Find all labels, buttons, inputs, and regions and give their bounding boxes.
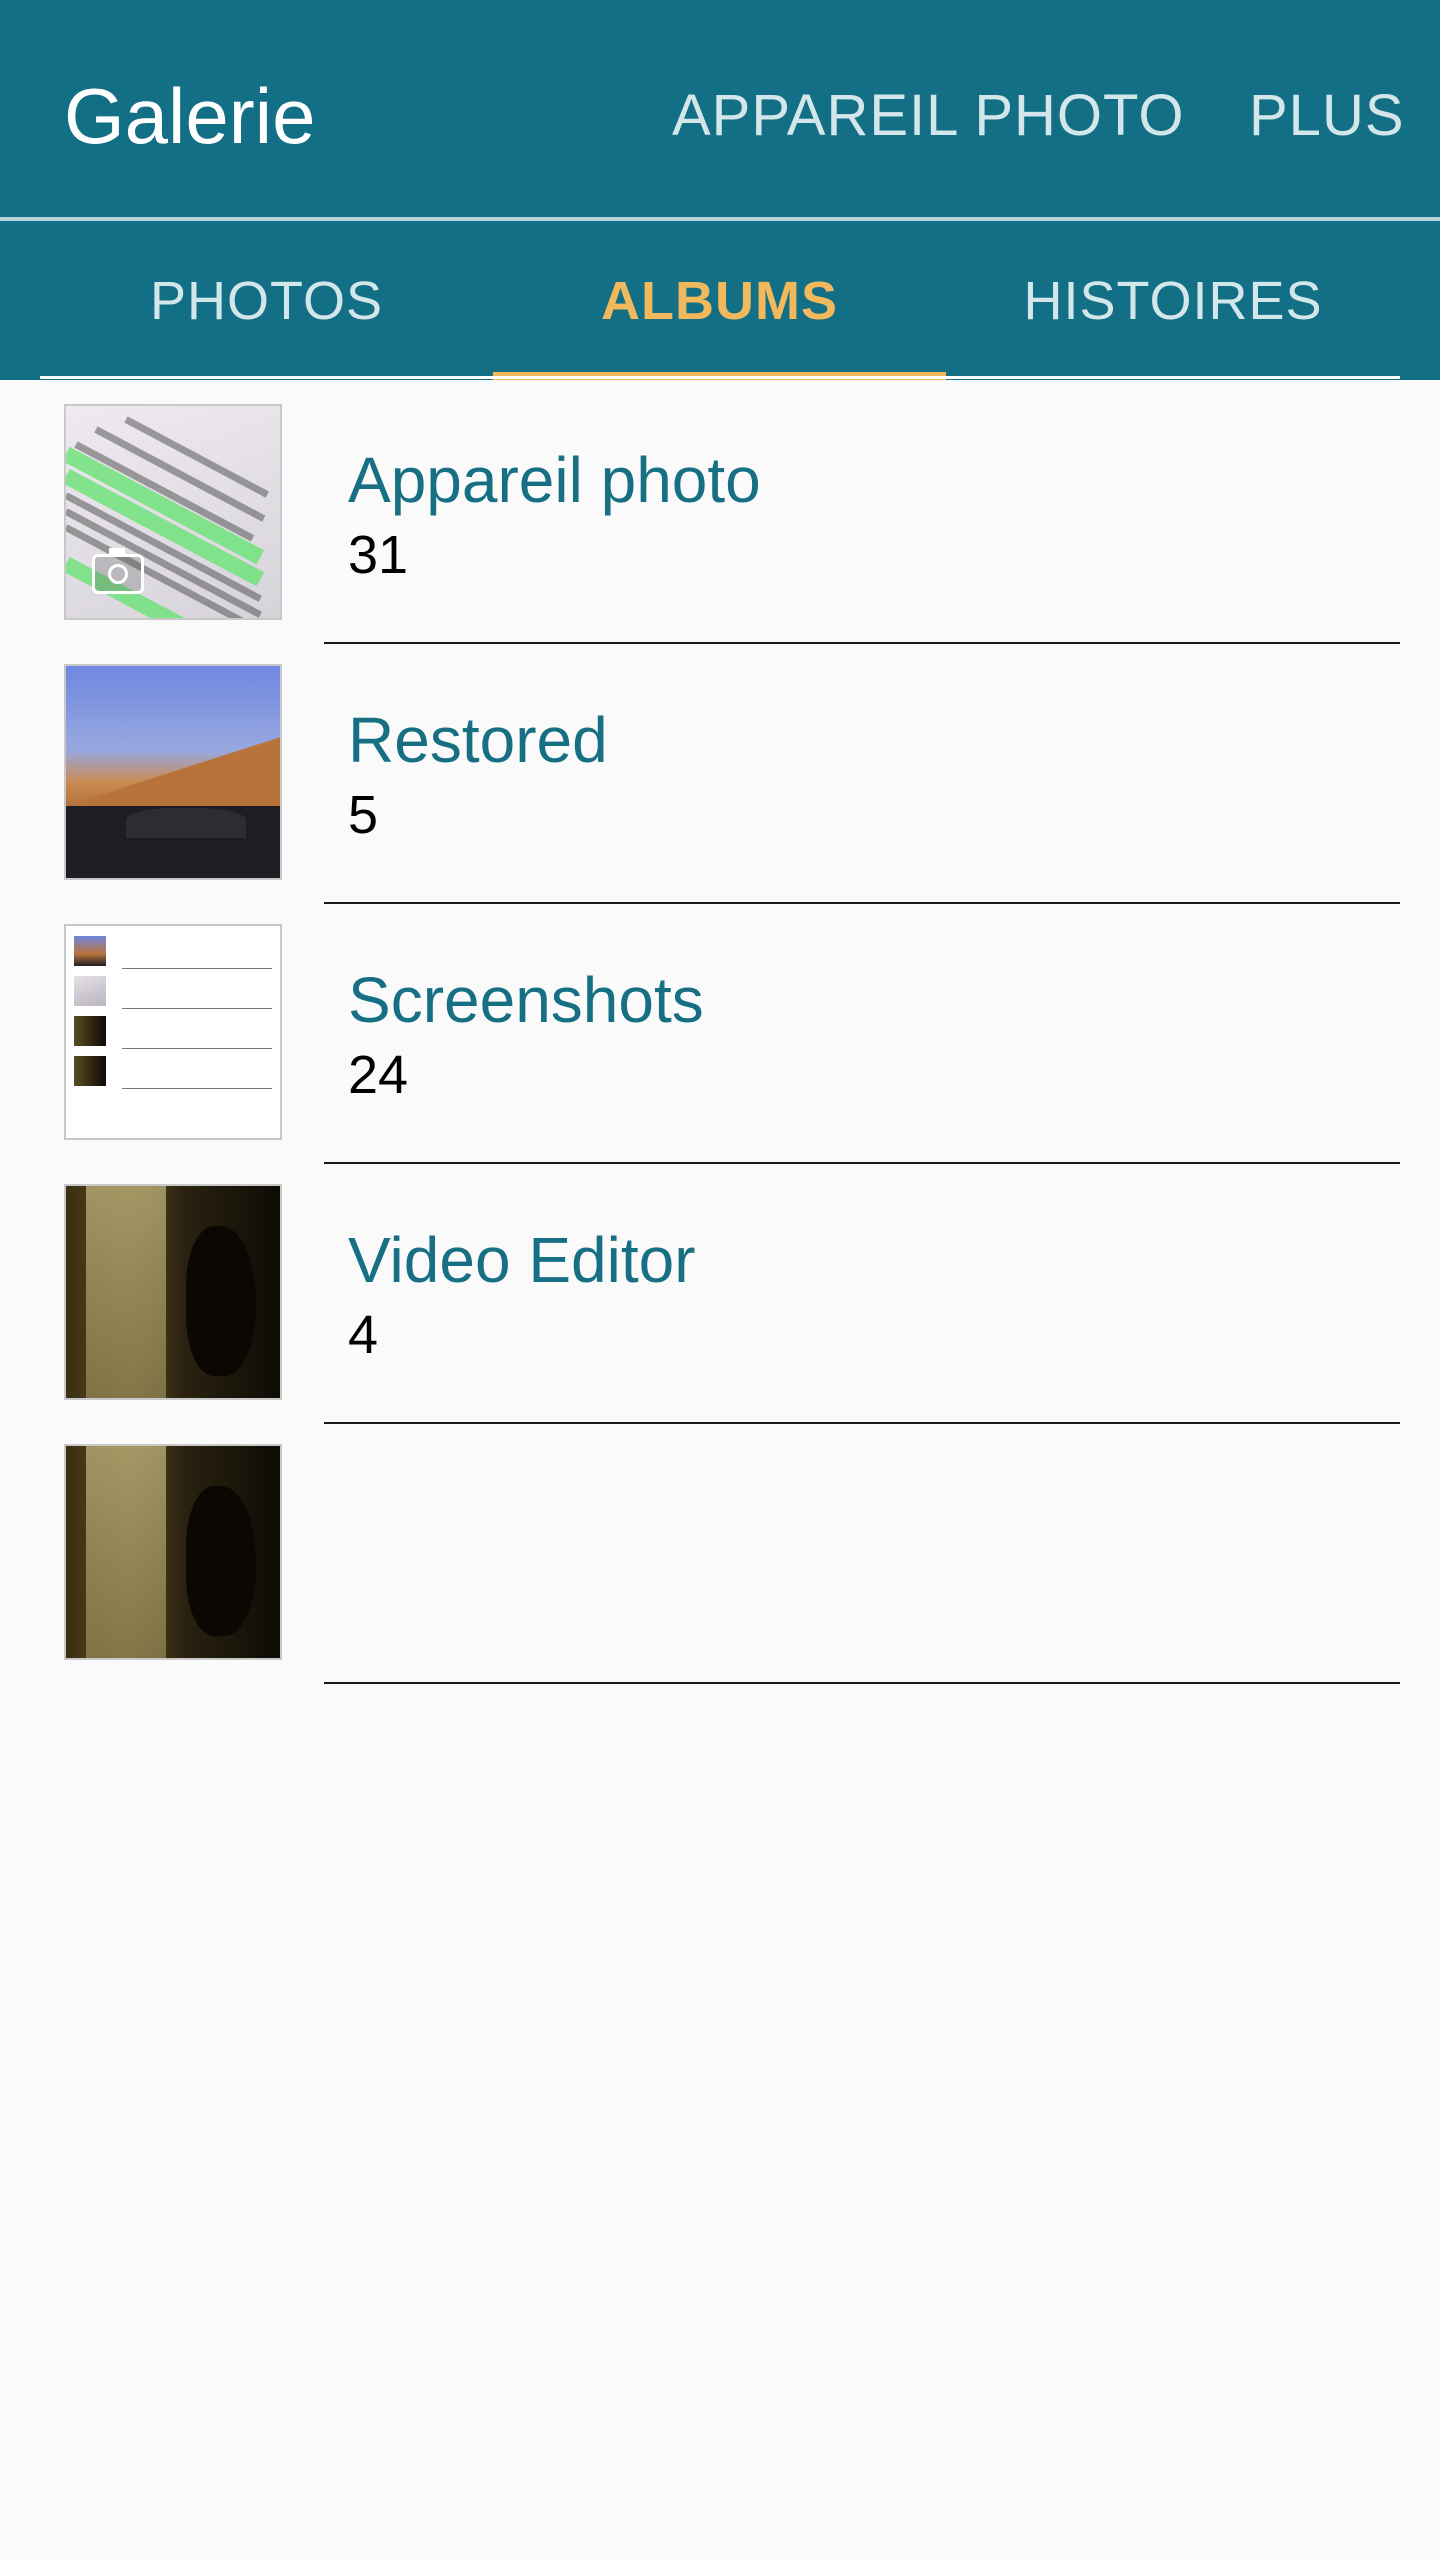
camera-icon	[92, 548, 144, 594]
album-name: Video Editor	[348, 1224, 696, 1296]
album-count: 24	[348, 1045, 409, 1105]
album-row-video-editor[interactable]: Video Editor 4	[0, 1160, 1440, 1424]
album-row-restored[interactable]: Restored 5	[0, 640, 1440, 904]
more-action-button[interactable]: PLUS	[1249, 80, 1405, 152]
album-row-screenshots[interactable]: Screenshots 24	[0, 900, 1440, 1164]
album-thumbnail	[64, 1184, 282, 1400]
tab-albums[interactable]: ALBUMS	[493, 221, 946, 380]
tab-bar: PHOTOS ALBUMS HISTOIRES	[0, 221, 1440, 380]
album-name: Restored	[348, 704, 608, 776]
album-count: 31	[348, 525, 409, 585]
app-title: Galerie	[64, 72, 316, 160]
tab-histoires[interactable]: HISTOIRES	[946, 221, 1400, 380]
row-divider	[324, 1682, 1400, 1684]
album-name: Screenshots	[348, 964, 704, 1036]
album-count: 5	[348, 785, 379, 845]
camera-action-button[interactable]: APPAREIL PHOTO	[672, 80, 1185, 152]
tab-photos[interactable]: PHOTOS	[40, 221, 493, 380]
album-thumbnail	[64, 664, 282, 880]
album-count: 4	[348, 1305, 379, 1365]
album-name: Appareil photo	[348, 444, 761, 516]
album-thumbnail	[64, 404, 282, 620]
album-thumbnail	[64, 1444, 282, 1660]
album-row-appareil-photo[interactable]: Appareil photo 31	[0, 380, 1440, 644]
tab-albums-label: ALBUMS	[601, 270, 838, 331]
album-row-unnamed[interactable]	[0, 1420, 1440, 1684]
album-thumbnail	[64, 924, 282, 1140]
app-bar: Galerie APPAREIL PHOTO PLUS	[0, 0, 1440, 221]
tab-bar-bottom-line	[40, 376, 1400, 379]
